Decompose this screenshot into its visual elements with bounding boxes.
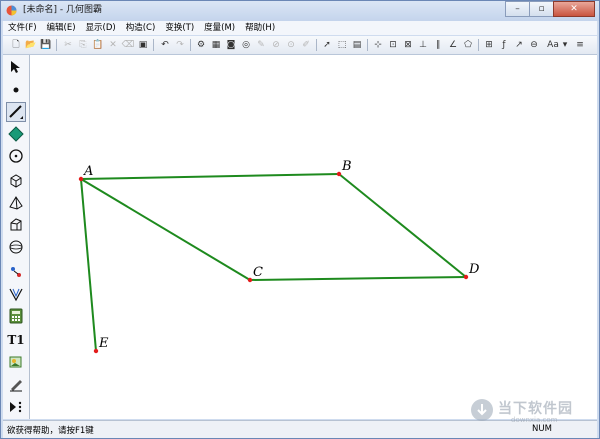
open-folder-icon[interactable]: 📂 bbox=[24, 38, 38, 52]
toolbar-separator bbox=[478, 39, 479, 51]
point-label-D[interactable]: D bbox=[468, 262, 480, 277]
custom-tool-icon[interactable] bbox=[6, 397, 26, 417]
point-A[interactable] bbox=[78, 176, 84, 182]
watermark: 当下软件园 downxia.com bbox=[471, 397, 591, 427]
window-title: [未命名] - 几何图霸 bbox=[23, 5, 102, 15]
trace-icon[interactable]: ✎ bbox=[254, 38, 268, 52]
toolbar-separator bbox=[153, 39, 154, 51]
function-icon[interactable]: ƒ bbox=[497, 38, 511, 52]
calculate-icon[interactable]: ⊖ bbox=[527, 38, 541, 52]
menu-display[interactable]: 显示(D) bbox=[81, 21, 121, 35]
menu-edit[interactable]: 编辑(E) bbox=[42, 21, 81, 35]
segment-AE[interactable] bbox=[80, 178, 97, 352]
save-icon[interactable]: 💾 bbox=[39, 38, 53, 52]
main-toolbar: 🗋 📂 💾 ✂ ⎘ 📋 ✕ ⌫ ▣ ↶ ↷ ⚙ ▦ ◙ ◎ ✎ ⊘ ⊙ ✐ ➚ … bbox=[3, 36, 597, 55]
select-arrow-icon[interactable]: ➚ bbox=[320, 38, 334, 52]
coordinate-system-icon[interactable]: ⊞ bbox=[482, 38, 496, 52]
watermark-url: downxia.com bbox=[511, 416, 558, 424]
status-help-text: 欲获得帮助，请按F1键 bbox=[7, 426, 94, 436]
point-on-object-icon[interactable]: ⊹ bbox=[371, 38, 385, 52]
parallel-icon[interactable]: ∥ bbox=[431, 38, 445, 52]
point-label-B[interactable]: B bbox=[341, 159, 352, 174]
title-bar: [未命名] - 几何图霸 – ▫ ✕ bbox=[1, 1, 599, 21]
polygon-tool-icon[interactable] bbox=[6, 124, 26, 144]
segment-AC[interactable] bbox=[80, 178, 251, 281]
geometry-figure: A B C D E bbox=[78, 159, 480, 354]
image-tool-icon[interactable] bbox=[6, 352, 26, 372]
pen-tool-icon[interactable] bbox=[6, 374, 26, 394]
midpoint-icon[interactable]: ⊡ bbox=[386, 38, 400, 52]
cut-icon[interactable]: ✂ bbox=[61, 38, 75, 52]
text-tool-button[interactable]: T1 bbox=[6, 330, 26, 350]
target-icon[interactable]: ◎ bbox=[239, 38, 253, 52]
point-C[interactable] bbox=[247, 277, 253, 283]
chevron-down-icon[interactable]: ▾ bbox=[561, 38, 569, 52]
download-arrow-icon bbox=[471, 399, 493, 421]
properties-icon[interactable]: ▤ bbox=[350, 38, 364, 52]
eraser-icon[interactable]: ⌫ bbox=[121, 38, 135, 52]
menu-transform[interactable]: 变换(T) bbox=[160, 21, 199, 35]
maximize-button[interactable]: ▫ bbox=[529, 1, 554, 17]
point-label-C[interactable]: C bbox=[253, 265, 263, 280]
segment-AB[interactable] bbox=[80, 173, 340, 180]
point-tool-icon[interactable] bbox=[6, 80, 26, 100]
toolbar-separator bbox=[316, 39, 317, 51]
point-label-E[interactable]: E bbox=[98, 336, 109, 351]
segment-BD[interactable] bbox=[338, 173, 467, 278]
paste-icon[interactable]: 📋 bbox=[91, 38, 105, 52]
toolbar-separator bbox=[56, 39, 57, 51]
new-file-icon[interactable]: 🗋 bbox=[9, 38, 23, 52]
arrow-select-tool-icon[interactable] bbox=[6, 57, 26, 77]
text-format-button[interactable]: Aa bbox=[544, 38, 562, 52]
window-controls: – ▫ ✕ bbox=[505, 1, 595, 17]
undo-icon[interactable]: ↶ bbox=[158, 38, 172, 52]
toolbar-separator bbox=[190, 39, 191, 51]
delete-icon[interactable]: ✕ bbox=[106, 38, 120, 52]
point-D[interactable] bbox=[463, 274, 469, 280]
pyramid-tool-icon[interactable] bbox=[6, 193, 26, 213]
select-region-icon[interactable]: ⬚ bbox=[335, 38, 349, 52]
segment-tool-icon[interactable] bbox=[6, 102, 26, 122]
line-style-icon[interactable]: ≡ bbox=[573, 38, 587, 52]
sphere-tool-icon[interactable] bbox=[6, 237, 26, 257]
drawing-canvas[interactable]: A B C D E bbox=[30, 55, 597, 419]
left-toolbox: T1 bbox=[3, 55, 30, 419]
watermark-title: 当下软件园 bbox=[498, 401, 573, 417]
segment-CD[interactable] bbox=[249, 276, 467, 281]
app-window: [未命名] - 几何图霸 – ▫ ✕ 文件(F) 编辑(E) 显示(D) 构造(… bbox=[0, 0, 600, 439]
screenshot-icon[interactable]: ▣ bbox=[136, 38, 150, 52]
toolbar-separator bbox=[367, 39, 368, 51]
menu-construct[interactable]: 构造(C) bbox=[121, 21, 161, 35]
redo-icon[interactable]: ↷ bbox=[173, 38, 187, 52]
intersection-icon[interactable]: ⊠ bbox=[401, 38, 415, 52]
prism-tool-icon[interactable] bbox=[6, 215, 26, 235]
animation-icon[interactable]: ◙ bbox=[224, 38, 238, 52]
transform-point-tool-icon[interactable] bbox=[6, 262, 26, 282]
point-label-A[interactable]: A bbox=[83, 164, 93, 179]
minimize-button[interactable]: – bbox=[505, 1, 530, 17]
cube-tool-icon[interactable] bbox=[6, 171, 26, 191]
label-icon[interactable]: ✐ bbox=[299, 38, 313, 52]
settings-gear-icon[interactable]: ⚙ bbox=[194, 38, 208, 52]
angle-bisector-icon[interactable]: ∠ bbox=[446, 38, 460, 52]
point-E[interactable] bbox=[93, 348, 99, 354]
app-logo-icon bbox=[6, 5, 17, 16]
menu-bar: 文件(F) 编辑(E) 显示(D) 构造(C) 变换(T) 度量(M) 帮助(H… bbox=[3, 21, 597, 35]
polygon-icon[interactable]: ⬠ bbox=[461, 38, 475, 52]
point-B[interactable] bbox=[336, 171, 342, 177]
close-button[interactable]: ✕ bbox=[553, 1, 595, 17]
circle-tool-icon[interactable] bbox=[6, 146, 26, 166]
show-icon[interactable]: ⊙ bbox=[284, 38, 298, 52]
menu-help[interactable]: 帮助(H) bbox=[240, 21, 280, 35]
menu-measure[interactable]: 度量(M) bbox=[199, 21, 240, 35]
grid-icon[interactable]: ▦ bbox=[209, 38, 223, 52]
hide-icon[interactable]: ⊘ bbox=[269, 38, 283, 52]
copy-icon[interactable]: ⎘ bbox=[76, 38, 90, 52]
calculator-tool-icon[interactable] bbox=[6, 306, 26, 326]
measure-icon[interactable]: ↗ bbox=[512, 38, 526, 52]
perpendicular-icon[interactable]: ⊥ bbox=[416, 38, 430, 52]
menu-file[interactable]: 文件(F) bbox=[3, 21, 42, 35]
angle-tool-icon[interactable] bbox=[6, 284, 26, 304]
